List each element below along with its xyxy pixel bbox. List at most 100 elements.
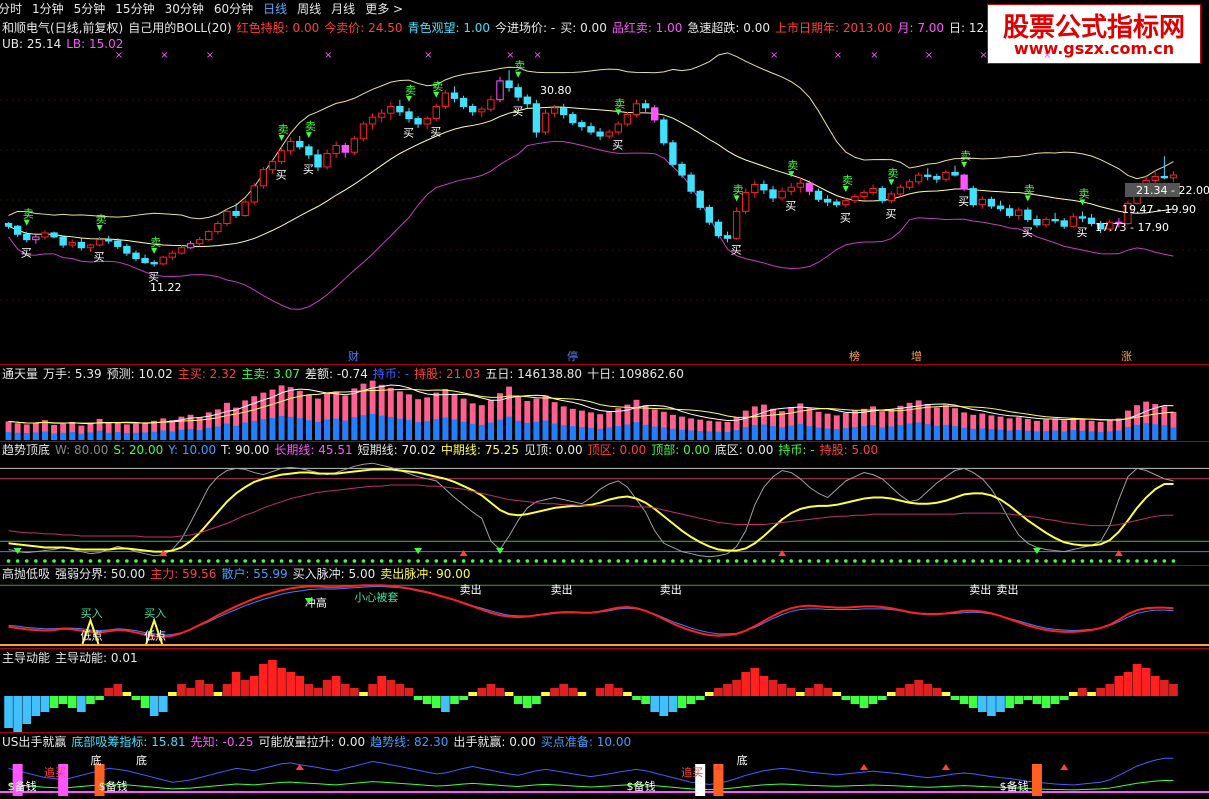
volume-bar <box>278 385 285 440</box>
dongneng-bar <box>541 692 550 696</box>
trend-base-dot <box>570 559 575 563</box>
trend-base-dot <box>944 559 948 563</box>
candle-body <box>286 140 295 152</box>
trend-base-dot <box>889 559 894 563</box>
dongneng-bar <box>686 696 696 704</box>
main-info-item: 和顺电气(日线,前复权) <box>2 21 124 35</box>
dongneng-bar <box>395 684 405 696</box>
bottom-label: 底 <box>90 753 101 767</box>
dongneng-bar <box>350 688 359 696</box>
tab-daily[interactable]: 日线 <box>263 0 287 18</box>
tab-15min[interactable]: 15分钟 <box>115 0 154 18</box>
dongneng-bar <box>459 696 468 700</box>
volume-bar <box>833 429 840 440</box>
accumulation-line <box>8 779 1174 791</box>
candle-body <box>1169 174 1178 179</box>
main-info-item: 月: 7.00 <box>897 21 945 35</box>
mid-term-line <box>8 468 1174 553</box>
sell-arrow-icon <box>888 179 895 186</box>
candle-body <box>232 210 240 216</box>
tab-60min[interactable]: 60分钟 <box>214 0 253 18</box>
volume-bar <box>660 427 667 440</box>
prepare-money-label: $备钱 <box>8 779 37 793</box>
trend-base-dot <box>325 559 329 563</box>
volume-bar <box>924 424 931 440</box>
volume-bar <box>1024 430 1031 440</box>
volume-bar <box>305 395 312 440</box>
volume-bar <box>551 423 558 440</box>
volume-bar <box>815 411 822 440</box>
volume-bar <box>1161 425 1168 440</box>
dongneng-bar <box>786 688 796 696</box>
volume-bar <box>578 410 585 440</box>
buy-pulse-spike <box>145 617 164 645</box>
dongneng-bar <box>386 680 396 696</box>
trend-base-dot <box>188 559 193 563</box>
trend-base-dot <box>1089 559 1094 563</box>
candle-body <box>787 186 795 192</box>
volume-bar <box>760 404 767 440</box>
dongneng-bar <box>1169 684 1178 696</box>
candle-body <box>86 244 95 249</box>
candle-body <box>842 200 850 206</box>
top-x-marker: × <box>925 50 933 61</box>
dongneng-bar <box>149 696 159 716</box>
volume-bar <box>642 405 649 440</box>
low-price-label: 11.22 <box>150 281 182 294</box>
trend-down-arrow-icon <box>13 548 22 554</box>
tab-more[interactable]: 更多 > <box>365 0 403 18</box>
candle-body <box>496 80 504 101</box>
candle-body <box>186 243 195 249</box>
volume-bar <box>469 423 476 440</box>
sell-arrow-icon <box>151 247 158 254</box>
trend-info-item: 中期线: 75.25 <box>440 443 520 457</box>
sell-arrow-icon <box>733 195 740 202</box>
volume-bar <box>415 422 422 440</box>
volume-bar <box>1134 424 1141 440</box>
trend-info-item: S: 20.00 <box>113 443 164 457</box>
volume-bar <box>1079 419 1086 440</box>
volume-bar <box>369 413 376 440</box>
dongneng-bar <box>259 664 268 696</box>
candle-body <box>833 201 841 206</box>
bottom-label: 底 <box>136 753 147 767</box>
volume-bar <box>169 420 176 440</box>
trend-base-dot <box>1035 559 1039 563</box>
tab-1min[interactable]: 1分钟 <box>32 0 64 18</box>
tab-monthly[interactable]: 月线 <box>331 0 355 18</box>
candle-body <box>277 150 286 163</box>
candle-body <box>195 239 204 245</box>
trend-base-dot <box>716 559 721 563</box>
candle-body <box>114 240 122 247</box>
trend-up-arrow-icon <box>778 550 787 556</box>
volume-bar <box>187 414 194 440</box>
tab-30min[interactable]: 30分钟 <box>165 0 204 18</box>
candle-body <box>13 225 22 235</box>
trend-base-dot <box>261 559 266 563</box>
panel-separator <box>0 648 1209 649</box>
volume-bar <box>942 405 949 440</box>
trend-base-dot <box>252 559 257 563</box>
volume-bar <box>1061 420 1068 440</box>
volume-bar <box>1061 431 1068 440</box>
volume-bar <box>988 415 995 440</box>
trend-base-dot <box>552 559 557 563</box>
candle-body <box>1133 185 1141 204</box>
trend-base-dot <box>634 559 639 563</box>
volume-bar <box>451 393 458 440</box>
dongneng-bar <box>158 696 168 712</box>
trend-base-dot <box>115 559 120 563</box>
volume-bar <box>760 424 767 440</box>
volume-bar <box>1043 419 1049 440</box>
volume-bar <box>1024 419 1031 440</box>
tab-5min[interactable]: 5分钟 <box>74 0 106 18</box>
tab-weekly[interactable]: 周线 <box>297 0 321 18</box>
dongneng-bar <box>1150 676 1160 696</box>
tab-fenshi[interactable]: 分时 <box>0 0 22 18</box>
candle-body <box>59 236 67 246</box>
dongneng-bar <box>604 684 614 696</box>
dongneng-bar <box>40 696 50 712</box>
chase-buy-label: 追买 <box>44 765 66 779</box>
trend-base-dot <box>343 559 348 563</box>
volume-bar <box>588 412 594 440</box>
